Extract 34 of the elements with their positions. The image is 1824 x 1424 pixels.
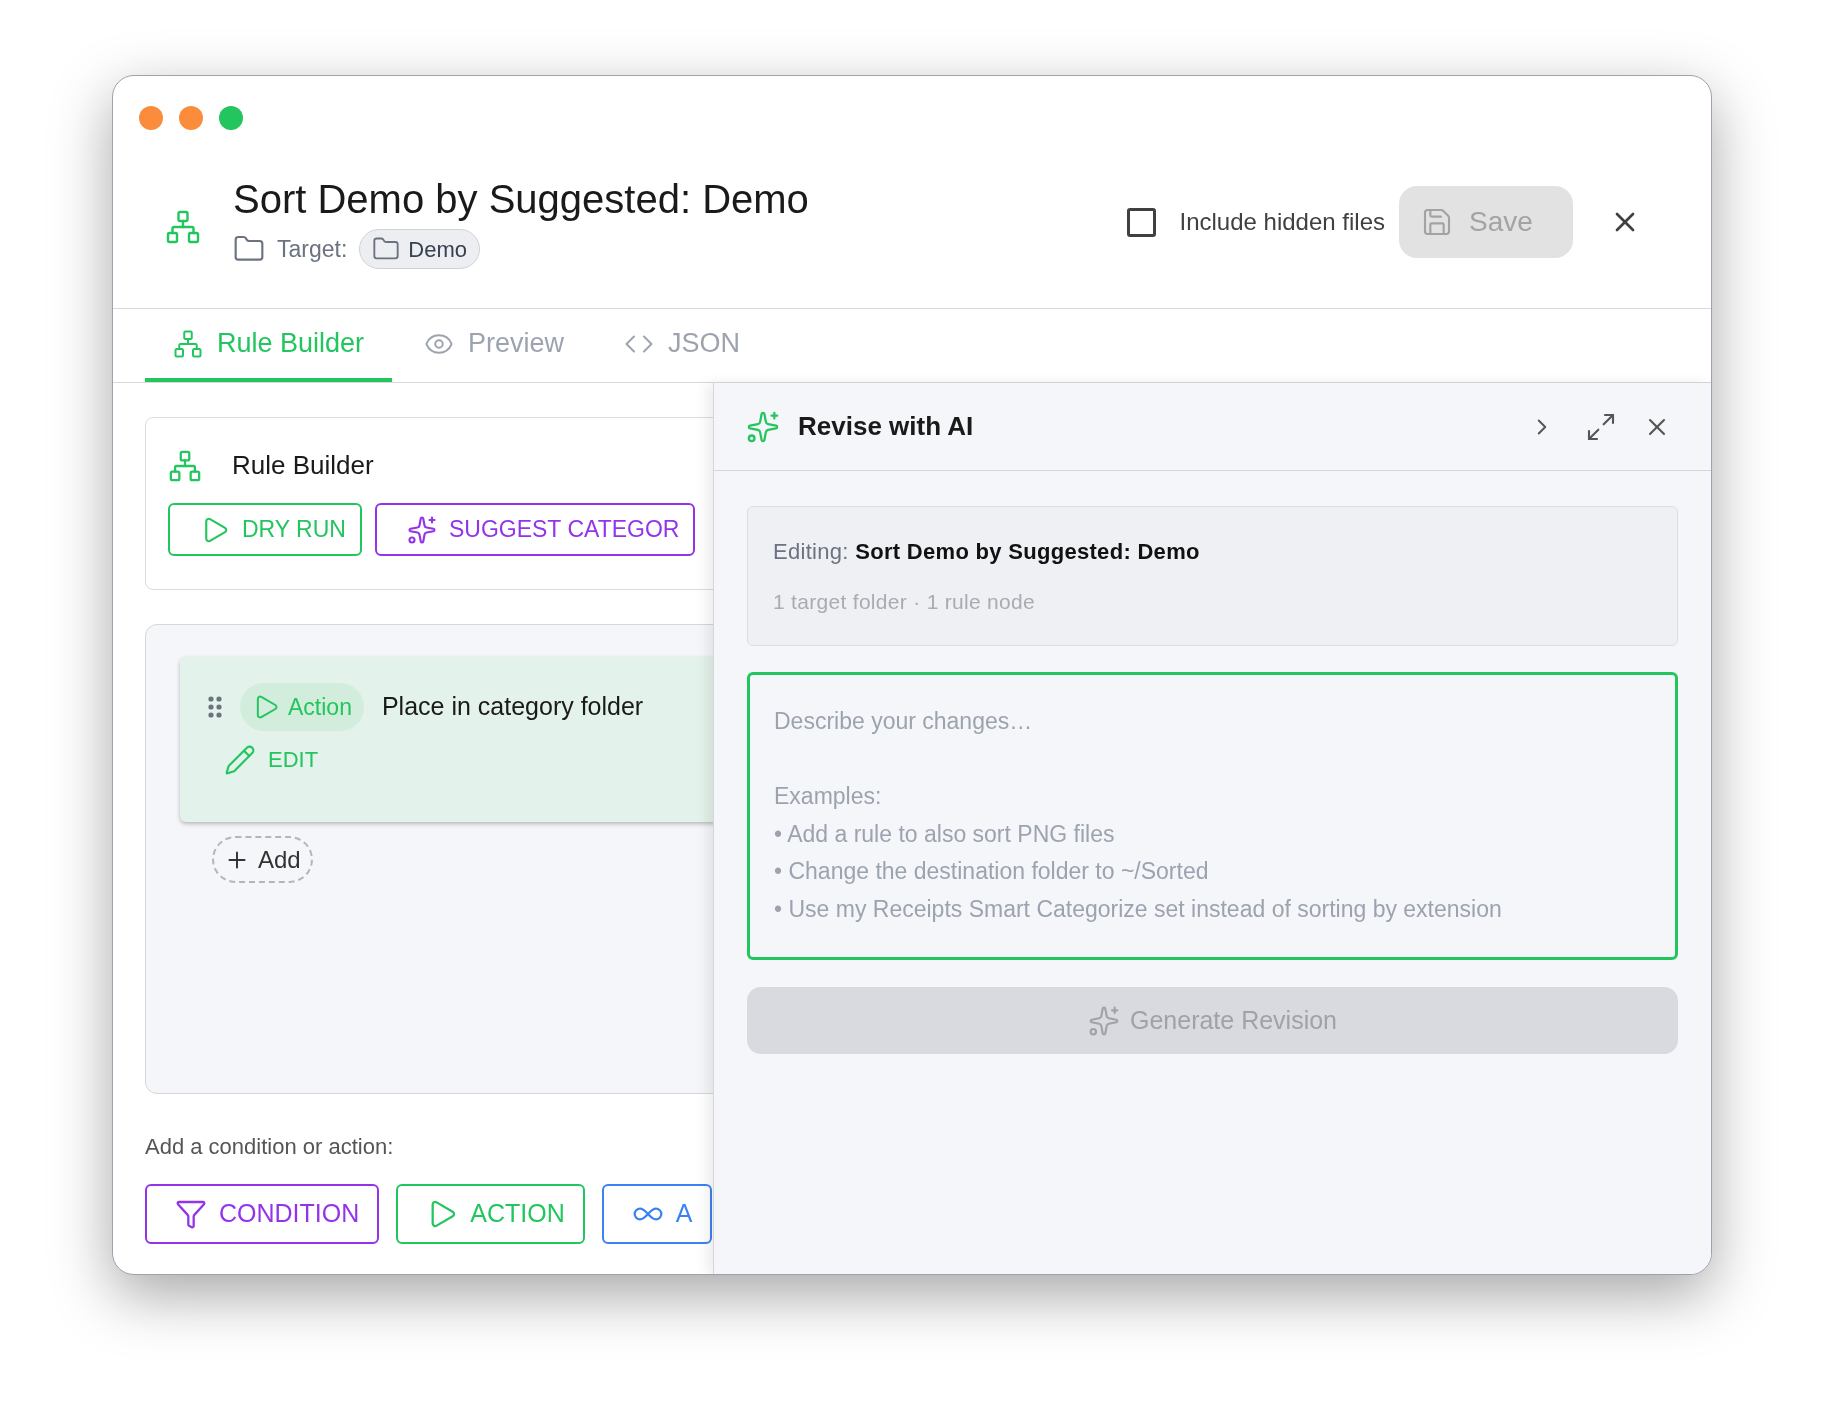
sparkle-icon <box>746 409 780 444</box>
window-title: Sort Demo by Suggested: Demo <box>233 176 809 223</box>
add-rule-button[interactable]: A <box>601 1184 713 1244</box>
drag-handle-icon[interactable] <box>208 695 222 719</box>
badge-label: Action <box>288 692 352 722</box>
tab[interactable]: Rule Builder <box>145 309 393 382</box>
editing-line: Editing: Sort Demo by Suggested: Demo <box>773 538 1201 566</box>
tab[interactable]: JSON <box>596 309 769 382</box>
hidden-files-checkbox[interactable] <box>1126 207 1156 237</box>
toolbar-button[interactable]: SUGGEST CATEGOR <box>374 503 696 556</box>
panel-title: Revise with AI <box>798 410 974 443</box>
edit-button[interactable]: EDIT <box>224 743 319 776</box>
tree-icon <box>173 328 203 359</box>
prompt-field[interactable]: Describe your changes… Examples: • Add a rule to also sort PNG files • Change the destination folder to ~/Sorted • Use my Receipts Smart Categorize set instead of sorting by extension <box>747 672 1678 960</box>
add-section-label: Add a condition or action: <box>145 1134 395 1160</box>
folder-name: Demo <box>408 235 467 264</box>
tab[interactable]: Preview <box>396 309 593 382</box>
toolbar-button[interactable]: DRY RUN <box>168 503 362 556</box>
rule-tree-icon <box>165 209 201 245</box>
target-label: Target: <box>277 234 348 264</box>
sparkle-icon <box>406 514 437 545</box>
add-node-button[interactable]: Add <box>212 836 313 883</box>
save-icon <box>1421 206 1453 238</box>
summary-text: 1 target folder · 1 rule node <box>773 589 1037 615</box>
node-description: Place in category folder <box>381 691 644 723</box>
add-rule-button[interactable]: ACTION <box>396 1184 585 1244</box>
filter-icon <box>175 1198 207 1230</box>
checkbox-label: Include hidden files <box>1179 207 1385 237</box>
target-folder-chip[interactable]: Demo <box>359 229 480 269</box>
pencil-icon <box>224 743 256 776</box>
sparkle-icon <box>1087 1004 1120 1037</box>
add-rule-button[interactable]: CONDITION <box>145 1184 380 1244</box>
rule-tree-icon <box>168 448 202 483</box>
card-title: Rule Builder <box>232 449 374 482</box>
